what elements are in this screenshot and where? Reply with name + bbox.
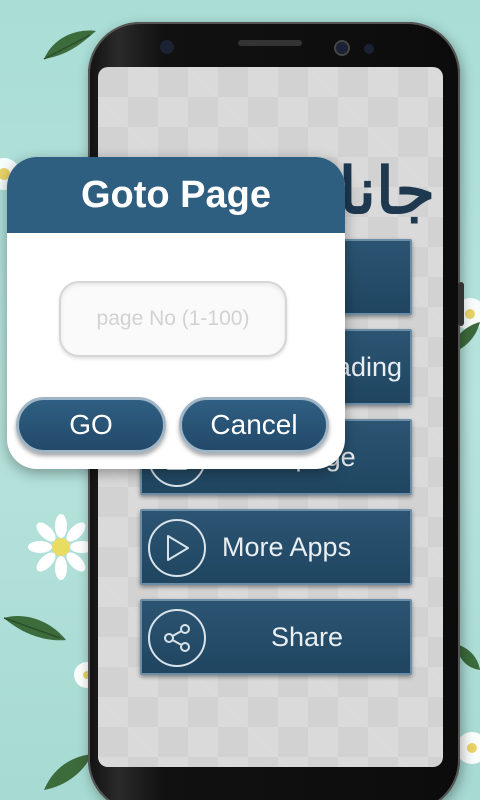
phone-sensor [160,40,174,54]
play-icon [148,519,206,577]
goto-page-dialog: Goto Page GO Cancel [7,157,345,469]
phone-sensor [364,44,374,54]
go-button[interactable]: GO [16,397,166,453]
menu-button-label: More Apps [222,531,352,562]
menu-button-share[interactable]: Share [140,599,412,675]
cancel-button[interactable]: Cancel [179,397,329,453]
flower-decoration [28,514,94,580]
menu-button-label: Share [270,621,344,652]
page-number-input[interactable] [59,281,287,357]
phone-speaker [238,40,302,46]
leaf-decoration [3,616,66,641]
dialog-title: Goto Page [80,173,272,216]
share-icon [148,609,206,667]
phone-side-button [458,282,464,326]
dialog-header: Goto Page [7,157,345,233]
phone-camera [334,40,350,56]
menu-button-more-apps[interactable]: More Apps [140,509,412,585]
